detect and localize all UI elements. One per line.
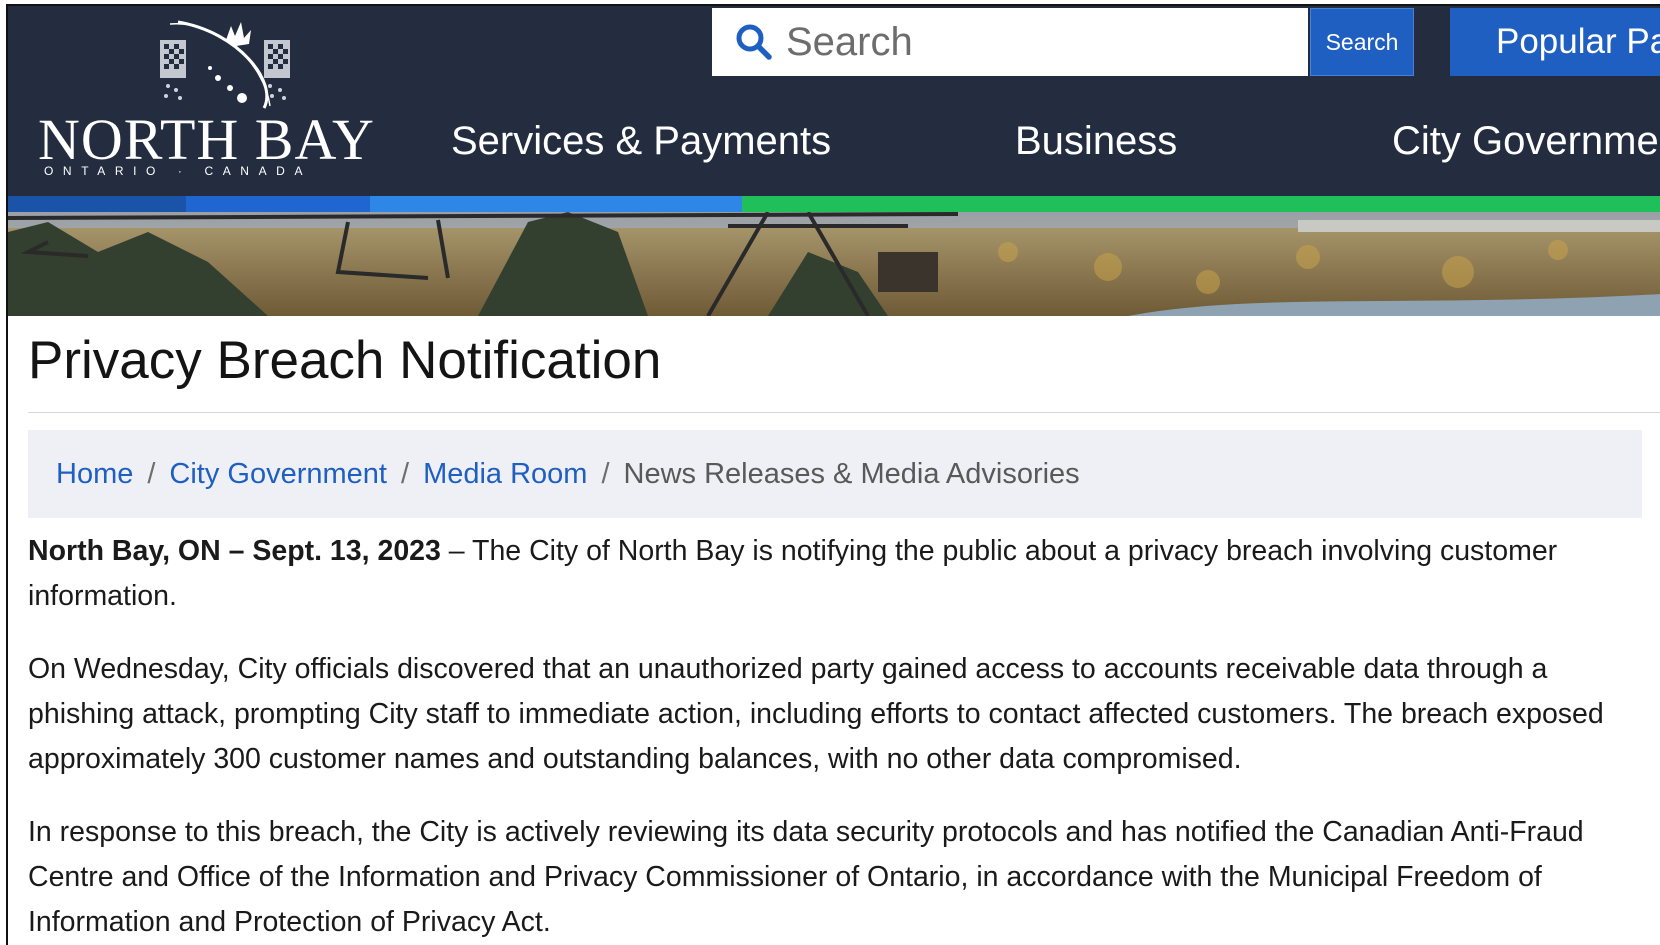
page-title: Privacy Breach Notification bbox=[28, 331, 662, 390]
browser-viewport: NORTH BAY ONTARIO · CANADA Search Popula… bbox=[6, 4, 1660, 945]
article-dateline: North Bay, ON – Sept. 13, 2023 bbox=[28, 535, 441, 567]
nav-item-city-government[interactable]: City Government bbox=[1392, 116, 1660, 166]
breadcrumb-city-government[interactable]: City Government bbox=[169, 458, 387, 491]
search-icon bbox=[736, 24, 772, 60]
strip-segment bbox=[370, 196, 742, 212]
strip-segment bbox=[8, 196, 186, 212]
header-color-strip bbox=[8, 196, 1660, 212]
popular-pages-button[interactable]: Popular Pages bbox=[1450, 8, 1660, 76]
breadcrumb: Home / City Government / Media Room / Ne… bbox=[28, 430, 1642, 518]
search-input[interactable] bbox=[786, 16, 1286, 68]
strip-segment bbox=[186, 196, 370, 212]
strip-segment bbox=[742, 196, 1660, 212]
search-box bbox=[712, 8, 1308, 76]
breadcrumb-separator: / bbox=[601, 457, 610, 490]
breadcrumb-separator: / bbox=[401, 457, 410, 490]
breadcrumb-separator: / bbox=[147, 457, 156, 490]
breadcrumb-home[interactable]: Home bbox=[56, 458, 133, 491]
article-paragraph: On Wednesday, City officials discovered … bbox=[28, 653, 1604, 775]
breadcrumb-current-page: News Releases & Media Advisories bbox=[623, 457, 1080, 490]
logo-tagline: ONTARIO · CANADA bbox=[44, 164, 313, 178]
ski-lift-landscape-image bbox=[8, 212, 1660, 316]
site-header: NORTH BAY ONTARIO · CANADA Search Popula… bbox=[8, 6, 1660, 196]
search-button[interactable]: Search bbox=[1310, 8, 1414, 76]
breadcrumb-media-room[interactable]: Media Room bbox=[423, 458, 587, 491]
article-paragraph-intro: North Bay, ON – Sept. 13, 2023 – The Cit… bbox=[28, 529, 1628, 619]
hero-banner-image bbox=[8, 212, 1660, 316]
nav-item-services-payments[interactable]: Services & Payments bbox=[451, 116, 831, 166]
title-divider bbox=[28, 412, 1660, 413]
north-bay-logo[interactable]: NORTH BAY ONTARIO · CANADA bbox=[38, 12, 388, 182]
nav-item-business[interactable]: Business bbox=[1015, 116, 1177, 166]
logo-emblem-icon bbox=[160, 20, 290, 109]
article-paragraph: In response to this breach, the City is … bbox=[28, 816, 1584, 938]
logo-wordmark: NORTH BAY bbox=[38, 107, 375, 172]
